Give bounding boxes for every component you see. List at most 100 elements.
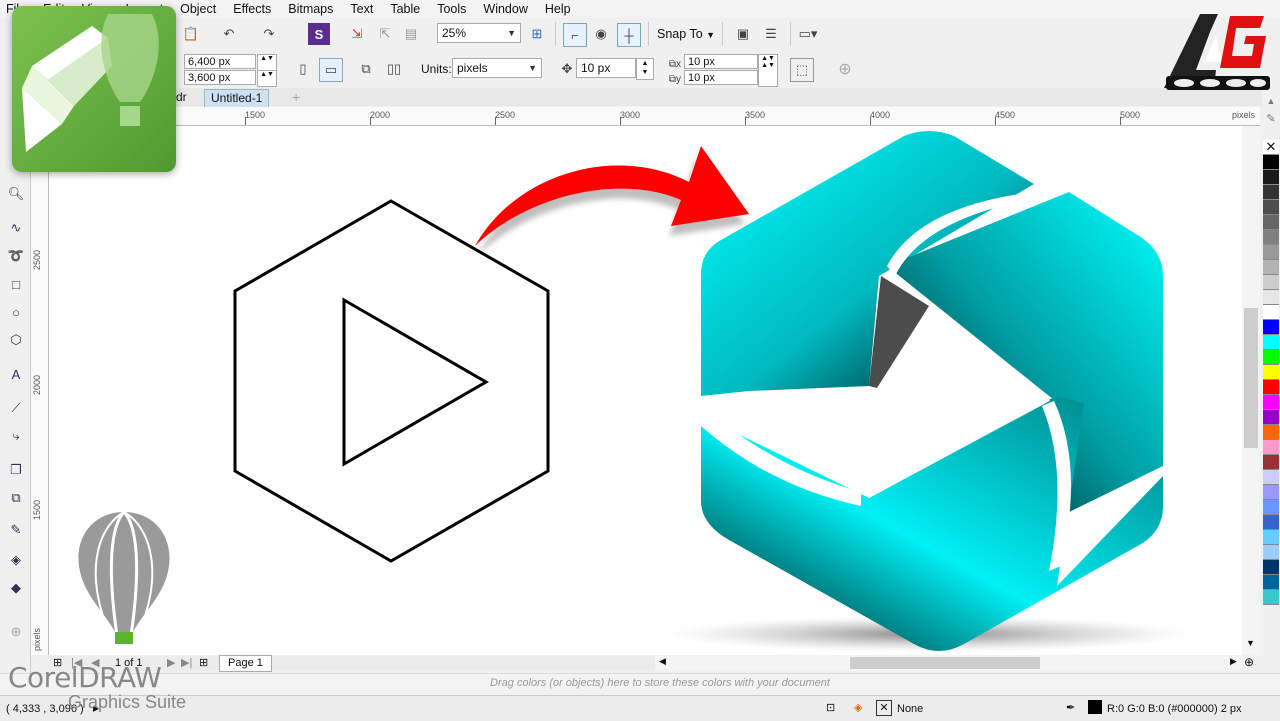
menu-item-tools[interactable]: Tools xyxy=(437,2,466,16)
palette-swatch[interactable] xyxy=(1263,590,1279,605)
show-guidelines-icon[interactable]: ┼ xyxy=(617,23,641,47)
menu-item-text[interactable]: Text xyxy=(350,2,373,16)
menu-item-effects[interactable]: Effects xyxy=(233,2,271,16)
palette-swatch[interactable] xyxy=(1263,395,1279,410)
publish-pdf-icon[interactable]: ▤ xyxy=(400,23,422,45)
palette-swatch[interactable] xyxy=(1263,545,1279,560)
palette-swatch[interactable] xyxy=(1263,185,1279,200)
palette-swatch[interactable] xyxy=(1263,260,1279,275)
tab-untitled-1[interactable]: Untitled-1 xyxy=(204,89,270,108)
palette-swatch[interactable] xyxy=(1263,245,1279,260)
palette-swatch[interactable] xyxy=(1263,170,1279,185)
height-spinner[interactable]: ▲▼ xyxy=(257,70,277,87)
add-page-after-icon[interactable]: ⊞ xyxy=(199,656,208,669)
scroll-right-icon[interactable]: ▶ xyxy=(1230,656,1237,667)
new-tab-icon[interactable]: + xyxy=(286,89,306,106)
show-rulers-icon[interactable]: ⌐ xyxy=(563,23,587,47)
text-tool-icon[interactable]: A xyxy=(6,364,26,384)
zoom-fit-icon[interactable]: ⊞ xyxy=(526,23,548,45)
scroll-down-icon[interactable]: ▼ xyxy=(1246,638,1255,648)
ellipse-tool-icon[interactable]: ○ xyxy=(6,302,26,322)
palette-swatch[interactable] xyxy=(1263,485,1279,500)
view-icon[interactable]: ◉ xyxy=(590,23,612,45)
zoom-tool-icon[interactable]: 🔍︎ xyxy=(6,184,26,204)
horizontal-scroll-thumb[interactable] xyxy=(850,657,1040,669)
vertical-scrollbar[interactable]: ▼ xyxy=(1242,126,1260,655)
export-icon[interactable]: ⇱ xyxy=(374,23,396,45)
palette-swatch[interactable] xyxy=(1263,215,1279,230)
eyedropper-icon[interactable]: ✎ xyxy=(6,520,26,540)
page-width-field[interactable]: 6,400 px xyxy=(184,54,256,69)
duplicate-y-field[interactable]: 10 px xyxy=(684,70,758,85)
vertical-ruler[interactable]: 2500 2000 1500 pixels xyxy=(30,125,49,655)
palette-swatch[interactable] xyxy=(1263,575,1279,590)
menu-item-help[interactable]: Help xyxy=(545,2,571,16)
last-page-icon[interactable]: ▶| xyxy=(181,656,192,669)
palette-swatch[interactable] xyxy=(1263,320,1279,335)
rectangle-tool-icon[interactable]: □ xyxy=(6,274,26,294)
all-pages-icon[interactable]: ⧉ xyxy=(355,58,377,80)
landscape-icon[interactable]: ▭ xyxy=(319,58,343,82)
smart-fill-icon[interactable]: ◆ xyxy=(6,578,26,598)
palette-swatch[interactable] xyxy=(1263,560,1279,575)
add-icon[interactable]: ⊕ xyxy=(834,58,856,80)
document-palette[interactable]: Drag colors (or objects) here to store t… xyxy=(0,673,1280,694)
corel-connect-icon[interactable]: S xyxy=(308,23,330,45)
page-1-tab[interactable]: Page 1 xyxy=(219,655,272,672)
palette-swatch[interactable] xyxy=(1263,155,1279,170)
menu-item-window[interactable]: Window xyxy=(483,2,527,16)
artistic-media-icon[interactable]: ➰ xyxy=(6,246,26,266)
scroll-left-icon[interactable]: ◀ xyxy=(659,656,666,667)
menu-item-object[interactable]: Object xyxy=(180,2,216,16)
palette-swatch[interactable] xyxy=(1263,425,1279,440)
palette-swatch[interactable] xyxy=(1263,290,1279,305)
welcome-screen-icon[interactable]: ▣ xyxy=(732,23,754,45)
outline-pen-icon[interactable]: ✒ xyxy=(1066,701,1075,714)
palette-swatch[interactable] xyxy=(1263,515,1279,530)
paste-icon[interactable]: 📋 xyxy=(180,23,202,45)
options-icon[interactable]: ☰ xyxy=(760,23,782,45)
width-spinner[interactable]: ▲▼ xyxy=(257,54,277,71)
freehand-tool-icon[interactable]: ∿ xyxy=(6,218,26,238)
polygon-tool-icon[interactable]: ⬡ xyxy=(6,330,26,350)
redo-icon[interactable]: ↷ xyxy=(258,23,280,45)
palette-swatch[interactable] xyxy=(1263,380,1279,395)
transparency-icon[interactable]: ⧉ xyxy=(6,488,26,508)
menu-item-table[interactable]: Table xyxy=(390,2,420,16)
eyedropper-small-icon[interactable]: ✎ xyxy=(1262,112,1280,125)
palette-swatch[interactable] xyxy=(1263,500,1279,515)
fill-bucket-icon[interactable]: ◈ xyxy=(854,701,862,714)
parallel-dimension-icon[interactable]: ⟋ xyxy=(6,398,26,418)
palette-swatch[interactable] xyxy=(1263,275,1279,290)
palette-swatch[interactable] xyxy=(1263,530,1279,545)
triangle-outline[interactable] xyxy=(342,297,489,467)
drop-shadow-icon[interactable]: ❐ xyxy=(6,460,26,480)
horizontal-scrollbar[interactable]: ◀ ▶ xyxy=(655,655,1242,671)
nudge-icon[interactable]: ✥ xyxy=(556,58,578,80)
no-color-swatch[interactable]: ✕ xyxy=(1263,140,1279,155)
palette-swatch[interactable] xyxy=(1263,305,1279,320)
next-page-icon[interactable]: ▶ xyxy=(167,656,175,669)
treat-as-filled-icon[interactable]: ⬚ xyxy=(790,58,814,82)
interactive-fill-icon[interactable]: ◈ xyxy=(6,550,26,570)
palette-swatch[interactable] xyxy=(1263,335,1279,350)
color-proof-icon[interactable]: ⊡ xyxy=(826,701,835,714)
palette-swatch[interactable] xyxy=(1263,440,1279,455)
vertical-scroll-thumb[interactable] xyxy=(1244,308,1258,448)
hexagon-outline[interactable] xyxy=(233,199,550,563)
undo-icon[interactable]: ↶ xyxy=(218,23,240,45)
page-height-field[interactable]: 3,600 px xyxy=(184,70,256,85)
zoom-combo[interactable]: 25% ▼ xyxy=(437,23,521,43)
menu-item-bitmaps[interactable]: Bitmaps xyxy=(288,2,333,16)
connector-tool-icon[interactable]: ⤷ xyxy=(6,426,26,446)
import-icon[interactable]: ⇲ xyxy=(346,23,368,45)
zoom-navigator-icon[interactable]: ⊕ xyxy=(1244,655,1254,669)
nudge-spinner[interactable]: ▲ ▼ xyxy=(636,58,654,80)
portrait-icon[interactable]: ▯ xyxy=(292,58,314,80)
duplicate-spinner[interactable]: ▲▼ ▲▼ xyxy=(758,54,778,87)
palette-swatch[interactable] xyxy=(1263,350,1279,365)
add-tool-icon[interactable]: ⊕ xyxy=(6,622,26,642)
palette-up-icon[interactable]: ▲ xyxy=(1262,96,1280,106)
application-launcher-icon[interactable]: ▭▾ xyxy=(797,23,819,45)
palette-swatch[interactable] xyxy=(1263,455,1279,470)
